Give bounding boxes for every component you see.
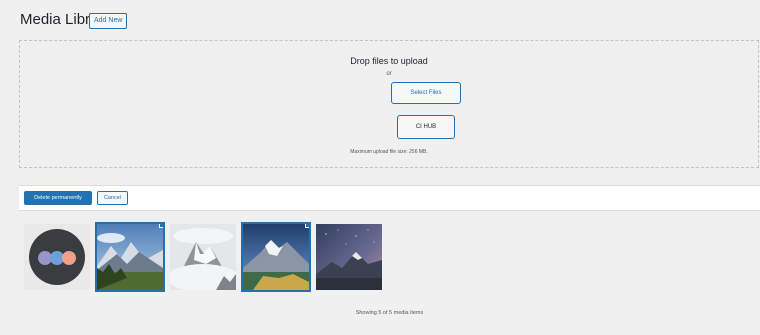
media-item-alpine-lake[interactable]: ✓	[241, 222, 311, 292]
alpine-lake-image	[243, 224, 309, 290]
media-item-mountain-valley[interactable]: ✓	[95, 222, 165, 292]
selected-check-icon[interactable]: ✓	[305, 224, 309, 228]
ci-hub-button[interactable]: CI HUB	[397, 115, 455, 139]
media-count-text: Showing 5 of 5 media items	[355, 310, 424, 316]
mountain-valley-image	[97, 224, 163, 290]
snowy-peaks-image	[170, 224, 236, 290]
circles-logo-image	[24, 224, 90, 290]
drop-files-title: Drop files to upload	[350, 56, 428, 66]
select-files-button[interactable]: Select Files	[391, 82, 461, 104]
media-item-starry-mountain[interactable]	[316, 224, 382, 290]
selected-check-icon[interactable]: ✓	[159, 224, 163, 228]
media-item-circles-logo[interactable]	[24, 224, 90, 290]
or-text: or	[386, 71, 392, 77]
delete-permanently-button[interactable]: Delete permanently	[24, 191, 92, 205]
max-upload-size-text: Maximum upload file size: 256 MB.	[350, 149, 428, 155]
cancel-button[interactable]: Cancel	[97, 191, 128, 205]
media-item-snowy-peaks[interactable]	[170, 224, 236, 290]
starry-mountain-image	[316, 224, 382, 290]
add-new-button[interactable]: Add New	[89, 13, 128, 29]
bulk-select-toolbar: Delete permanently Cancel	[19, 185, 760, 211]
upload-dropzone[interactable]: Drop files to upload or Select Files CI …	[19, 40, 759, 168]
media-grid: ✓ ✓ Sh	[19, 211, 760, 335]
